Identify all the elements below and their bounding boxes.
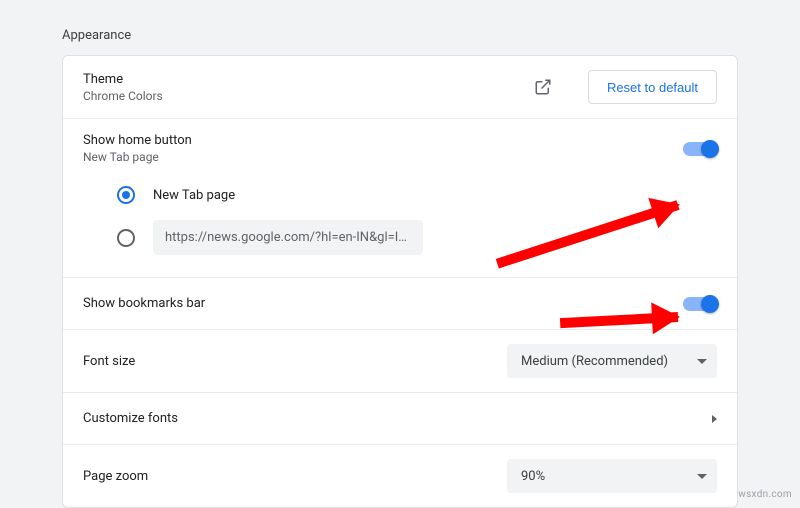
page-zoom-row: Page zoom 90% [63,444,737,507]
bookmarks-bar-toggle[interactable] [683,297,717,311]
home-radio-group: New Tab page https://news.google.com/?hl… [63,178,737,277]
radio-icon[interactable] [117,229,135,247]
home-option-newtab-label: New Tab page [153,188,235,203]
customize-fonts-title: Customize fonts [83,411,178,426]
show-home-row: Show home button New Tab page [63,118,737,178]
appearance-card: Theme Chrome Colors Reset to default Sho… [62,55,738,508]
home-url-input[interactable]: https://news.google.com/?hl=en-IN&gl=IN&… [153,220,423,255]
theme-title: Theme [83,72,526,87]
watermark: wsxdn.com [738,489,792,500]
font-size-row: Font size Medium (Recommended) [63,329,737,392]
section-heading: Appearance [62,28,738,43]
show-home-sub: New Tab page [83,150,683,164]
page-zoom-dropdown[interactable]: 90% [507,459,717,493]
chevron-down-icon [697,474,707,479]
chevron-down-icon [697,359,707,364]
open-external-icon[interactable] [526,70,560,104]
bookmarks-bar-title: Show bookmarks bar [83,296,205,311]
chevron-right-icon [712,415,717,423]
home-option-newtab[interactable]: New Tab page [83,178,717,212]
font-size-value: Medium (Recommended) [521,354,668,369]
font-size-title: Font size [83,354,135,369]
page-zoom-title: Page zoom [83,469,148,484]
radio-icon[interactable] [117,186,135,204]
reset-theme-button[interactable]: Reset to default [588,70,717,104]
font-size-dropdown[interactable]: Medium (Recommended) [507,344,717,378]
show-home-title: Show home button [83,133,683,148]
show-home-toggle[interactable] [683,142,717,156]
customize-fonts-row[interactable]: Customize fonts [63,392,737,444]
theme-row[interactable]: Theme Chrome Colors Reset to default [63,56,737,118]
page-zoom-value: 90% [521,469,545,484]
theme-sub: Chrome Colors [83,89,526,103]
